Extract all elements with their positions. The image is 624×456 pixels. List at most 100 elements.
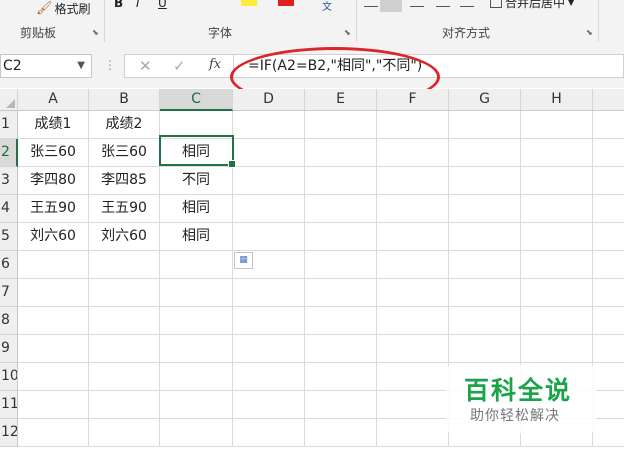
cell-e9[interactable] xyxy=(305,335,377,363)
row-header-2[interactable]: 2 xyxy=(0,139,18,167)
cell-g5[interactable] xyxy=(449,223,521,251)
cell-b10[interactable] xyxy=(89,363,160,391)
increase-indent-icon[interactable] xyxy=(460,0,474,7)
cell-b5[interactable]: 刘六60 xyxy=(89,223,160,251)
cell-d10[interactable] xyxy=(233,363,305,391)
cell-d4[interactable] xyxy=(233,195,305,223)
cell-e2[interactable] xyxy=(305,139,377,167)
cell-a1[interactable]: 成绩1 xyxy=(18,111,89,139)
cell-d12[interactable] xyxy=(233,419,305,447)
underline-button[interactable]: U xyxy=(158,0,167,10)
cell-d11[interactable] xyxy=(233,391,305,419)
cell-g1[interactable] xyxy=(449,111,521,139)
alignment-launcher-icon[interactable]: ⬊ xyxy=(586,29,594,37)
cell-g8[interactable] xyxy=(449,307,521,335)
cell-g9[interactable] xyxy=(449,335,521,363)
select-all-button[interactable] xyxy=(0,89,18,111)
clipboard-launcher-icon[interactable]: ⬊ xyxy=(92,29,100,37)
insert-function-icon[interactable]: fx xyxy=(209,57,221,72)
cell-a3[interactable]: 李四80 xyxy=(18,167,89,195)
cell-a5[interactable]: 刘六60 xyxy=(18,223,89,251)
cell-f6[interactable] xyxy=(377,251,449,279)
cell-g4[interactable] xyxy=(449,195,521,223)
column-header-d[interactable]: D xyxy=(233,89,305,111)
column-header-g[interactable]: G xyxy=(449,89,521,111)
cell-a10[interactable] xyxy=(18,363,89,391)
cell-b2[interactable]: 张三60 xyxy=(89,139,160,167)
cell-i4[interactable] xyxy=(593,195,624,223)
format-painter-button[interactable]: 🖌 格式刷 xyxy=(36,0,91,16)
cell-b1[interactable]: 成绩2 xyxy=(89,111,160,139)
cell-f3[interactable] xyxy=(377,167,449,195)
cell-b12[interactable] xyxy=(89,419,160,447)
bold-button[interactable]: B xyxy=(114,0,123,10)
cell-d5[interactable] xyxy=(233,223,305,251)
enter-icon[interactable]: ✓ xyxy=(173,57,186,75)
cell-i9[interactable] xyxy=(593,335,624,363)
decrease-indent-icon[interactable] xyxy=(436,0,450,7)
cell-h1[interactable] xyxy=(521,111,593,139)
cell-g2[interactable] xyxy=(449,139,521,167)
column-header-a[interactable]: A xyxy=(18,89,89,111)
cell-h3[interactable] xyxy=(521,167,593,195)
chevron-down-icon[interactable]: ▼ xyxy=(77,55,85,77)
row-header-1[interactable]: 1 xyxy=(0,111,18,139)
fill-handle[interactable] xyxy=(228,160,236,168)
cell-d2[interactable] xyxy=(233,139,305,167)
column-header-h[interactable]: H xyxy=(521,89,593,111)
cell-i6[interactable] xyxy=(593,251,624,279)
row-header-7[interactable]: 7 xyxy=(0,279,18,307)
cell-f10[interactable] xyxy=(377,363,449,391)
cell-f2[interactable] xyxy=(377,139,449,167)
cell-b11[interactable] xyxy=(89,391,160,419)
row-header-10[interactable]: 10 xyxy=(0,363,18,391)
cell-i2[interactable] xyxy=(593,139,624,167)
cell-d1[interactable] xyxy=(233,111,305,139)
cell-a11[interactable] xyxy=(18,391,89,419)
cell-e6[interactable] xyxy=(305,251,377,279)
column-header-b[interactable]: B xyxy=(89,89,160,111)
row-header-5[interactable]: 5 xyxy=(0,223,18,251)
cell-b8[interactable] xyxy=(89,307,160,335)
cell-a12[interactable] xyxy=(18,419,89,447)
cell-h2[interactable] xyxy=(521,139,593,167)
cell-e7[interactable] xyxy=(305,279,377,307)
font-color-icon[interactable] xyxy=(278,0,294,6)
cell-b3[interactable]: 李四85 xyxy=(89,167,160,195)
row-header-6[interactable]: 6 xyxy=(0,251,18,279)
cell-c11[interactable] xyxy=(160,391,233,419)
cell-c3[interactable]: 不同 xyxy=(160,167,233,195)
cell-c9[interactable] xyxy=(160,335,233,363)
cell-e3[interactable] xyxy=(305,167,377,195)
cell-h8[interactable] xyxy=(521,307,593,335)
row-header-3[interactable]: 3 xyxy=(0,167,18,195)
cell-a8[interactable] xyxy=(18,307,89,335)
cell-a4[interactable]: 王五90 xyxy=(18,195,89,223)
row-header-8[interactable]: 8 xyxy=(0,307,18,335)
cell-d9[interactable] xyxy=(233,335,305,363)
cell-c10[interactable] xyxy=(160,363,233,391)
cell-e4[interactable] xyxy=(305,195,377,223)
cell-a2[interactable]: 张三60 xyxy=(18,139,89,167)
cell-f7[interactable] xyxy=(377,279,449,307)
cell-c4[interactable]: 相同 xyxy=(160,195,233,223)
cell-b9[interactable] xyxy=(89,335,160,363)
cell-b7[interactable] xyxy=(89,279,160,307)
font-launcher-icon[interactable]: ⬊ xyxy=(344,29,352,37)
cell-g3[interactable] xyxy=(449,167,521,195)
column-header-f[interactable]: F xyxy=(377,89,449,111)
cell-d8[interactable] xyxy=(233,307,305,335)
cell-f8[interactable] xyxy=(377,307,449,335)
cell-d3[interactable] xyxy=(233,167,305,195)
merge-center-button[interactable]: 合并后居中 ▼ xyxy=(490,0,574,11)
column-header-e[interactable]: E xyxy=(305,89,377,111)
cell-i7[interactable] xyxy=(593,279,624,307)
cell-f4[interactable] xyxy=(377,195,449,223)
cell-i11[interactable] xyxy=(593,391,624,419)
cell-f12[interactable] xyxy=(377,419,449,447)
row-header-12[interactable]: 12 xyxy=(0,419,18,447)
cell-i3[interactable] xyxy=(593,167,624,195)
cell-e11[interactable] xyxy=(305,391,377,419)
italic-button[interactable]: I xyxy=(136,0,140,10)
cell-d7[interactable] xyxy=(233,279,305,307)
